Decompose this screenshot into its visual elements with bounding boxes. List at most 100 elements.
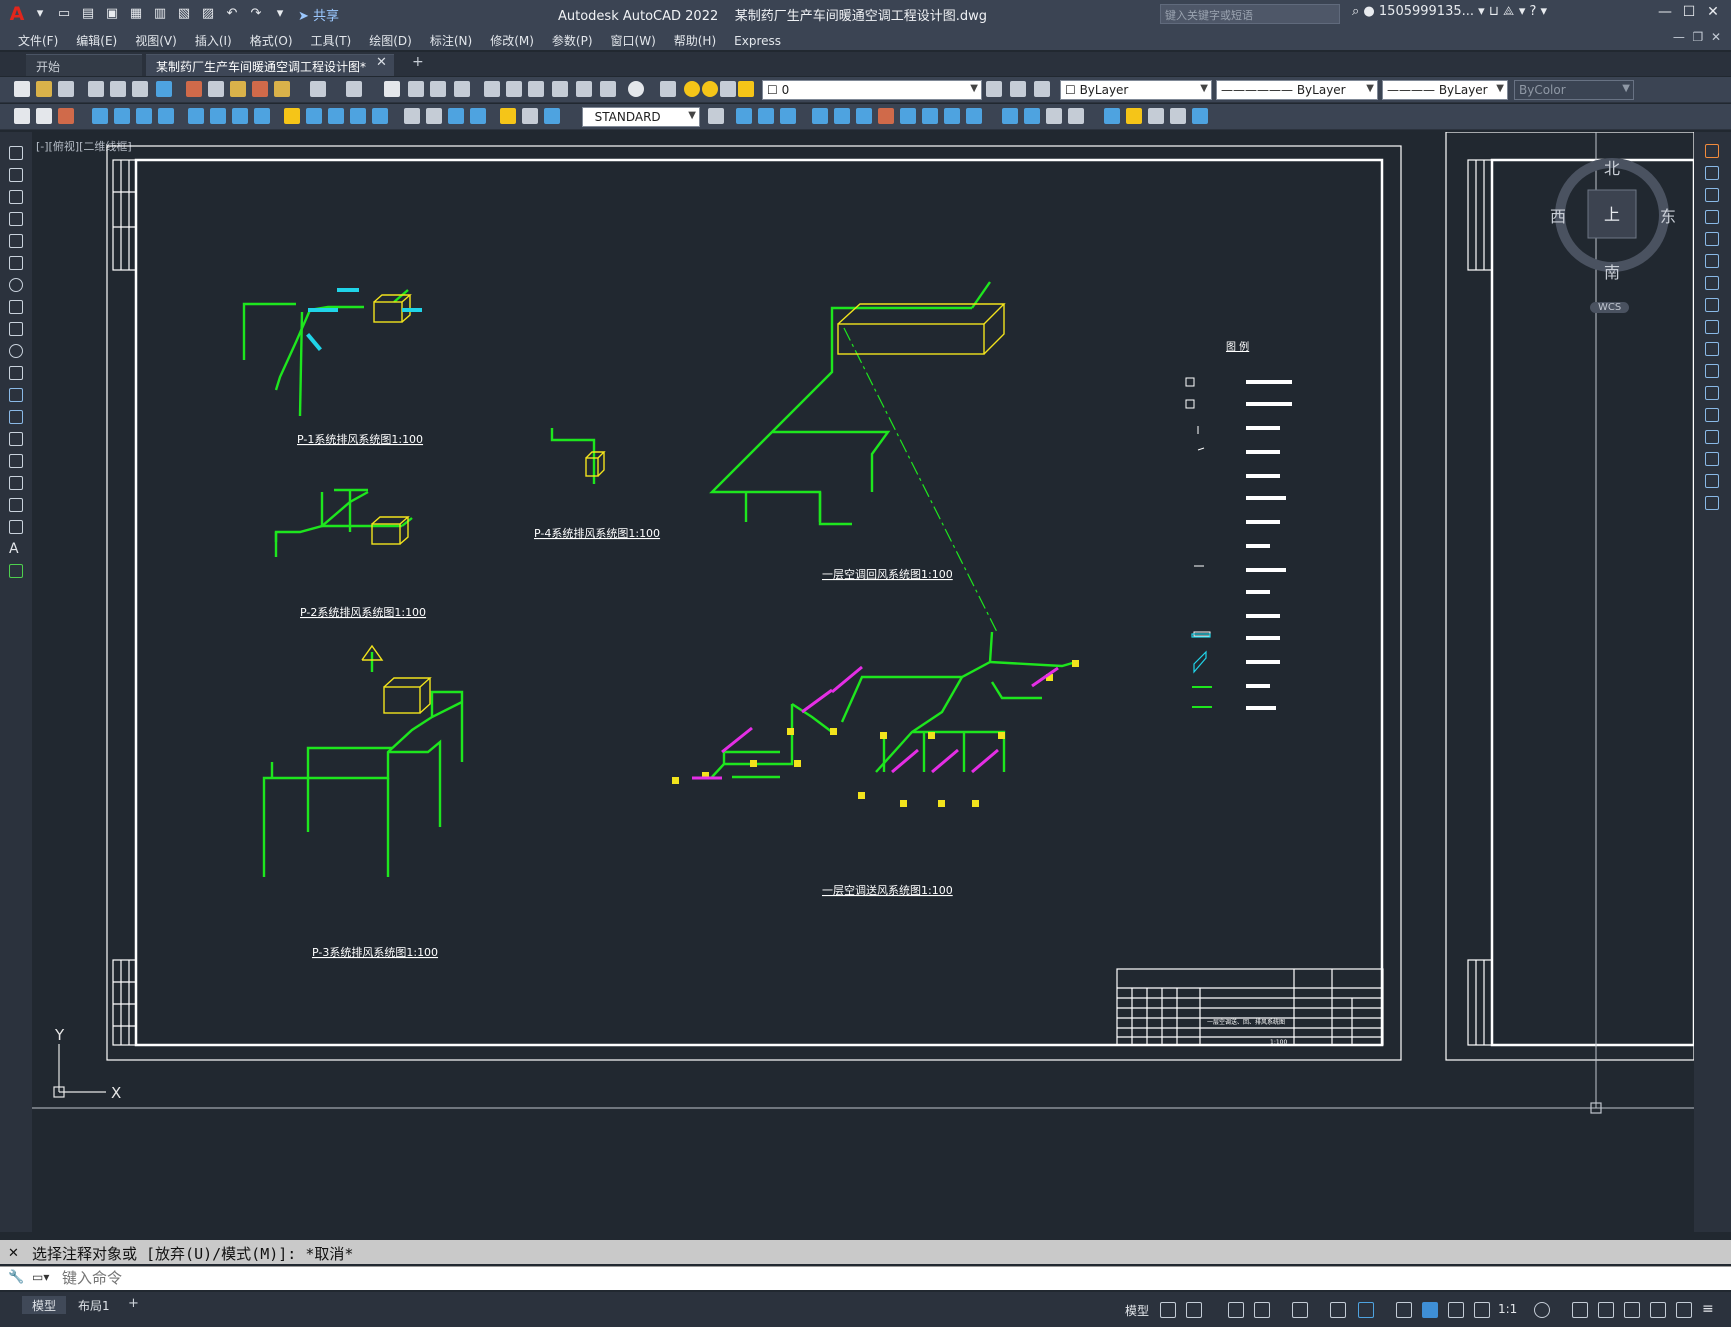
snap-icon[interactable]	[1186, 1302, 1202, 1318]
open-icon[interactable]	[36, 81, 52, 97]
line-tool-icon[interactable]	[9, 146, 23, 160]
layer-thaw-icon[interactable]	[702, 81, 718, 97]
doc-minimize-icon[interactable]: —	[1673, 30, 1685, 44]
menu-view[interactable]: 视图(V)	[126, 28, 186, 49]
menu-draw[interactable]: 绘图(D)	[360, 28, 421, 49]
menu-window[interactable]: 窗口(W)	[602, 28, 665, 49]
doc-close-icon[interactable]: ✕	[1711, 30, 1721, 44]
customize-wrench-icon[interactable]: 🔧	[8, 1270, 24, 1285]
dim-style-icon[interactable]	[58, 108, 74, 124]
add-layout-icon[interactable]: +	[128, 1296, 139, 1311]
close-icon[interactable]: ✕	[1701, 4, 1725, 20]
polar-icon[interactable]	[1254, 1302, 1270, 1318]
join-tool-icon[interactable]	[1705, 408, 1719, 422]
angular-icon[interactable]	[254, 108, 270, 124]
layer-previous-icon[interactable]	[1010, 81, 1026, 97]
menu-insert[interactable]: 插入(I)	[186, 28, 241, 49]
qsave-icon[interactable]	[14, 108, 30, 124]
tolerance-icon[interactable]	[404, 108, 420, 124]
scale-tool-icon[interactable]	[1705, 298, 1719, 312]
customize-quick-access-icon[interactable]: ▾	[270, 4, 290, 24]
array-tool-icon[interactable]	[1705, 232, 1719, 246]
doc-restore-icon[interactable]: ❐	[1693, 30, 1704, 44]
polyline-edit-icon[interactable]	[1170, 108, 1186, 124]
offset-icon[interactable]	[812, 108, 828, 124]
units-icon[interactable]	[1598, 1302, 1614, 1318]
menu-parametric[interactable]: 参数(P)	[543, 28, 602, 49]
center-mark-icon[interactable]	[426, 108, 442, 124]
plot-preview-icon[interactable]	[110, 81, 126, 97]
dimension-update-icon[interactable]	[544, 108, 560, 124]
new-tab-icon[interactable]: +	[412, 54, 424, 70]
undo-icon[interactable]: ↶	[222, 4, 242, 24]
layer-dropdown[interactable]: ☐ 0 ▼	[762, 80, 982, 100]
autocad-logo-icon[interactable]: A	[6, 3, 28, 25]
paste-icon[interactable]	[230, 81, 246, 97]
tab-close-icon[interactable]: ✕	[376, 55, 387, 70]
layer-unlock-icon[interactable]	[738, 81, 754, 97]
ellipse-icon[interactable]	[9, 344, 23, 358]
new-file-icon[interactable]: ▭	[54, 4, 74, 24]
color-dropdown[interactable]: ☐ ByLayer ▼	[1060, 80, 1212, 100]
arc-length-icon[interactable]	[136, 108, 152, 124]
linear-dimension-icon[interactable]	[92, 108, 108, 124]
text-style-dropdown[interactable]: STANDARD ▼	[582, 107, 700, 127]
3d-print-icon[interactable]	[156, 81, 172, 97]
baseline-icon[interactable]	[306, 108, 322, 124]
app-menu-chevron-icon[interactable]: ▾	[30, 4, 50, 24]
annotation-visibility-icon[interactable]	[1448, 1302, 1464, 1318]
zoom-previous-icon[interactable]	[454, 81, 470, 97]
help-toolbar-icon[interactable]	[628, 81, 644, 97]
compass-east[interactable]: 东	[1660, 207, 1676, 226]
menu-file[interactable]: 文件(F)	[0, 28, 67, 49]
arc-icon[interactable]	[9, 256, 23, 270]
object-snap-tracking-icon[interactable]	[1330, 1302, 1346, 1318]
quick-dimension-icon[interactable]	[284, 108, 300, 124]
extend-tool-icon[interactable]	[1705, 364, 1719, 378]
spline-icon[interactable]	[9, 322, 23, 336]
cart-icon[interactable]: ⊔	[1489, 4, 1499, 19]
inspection-icon[interactable]	[448, 108, 464, 124]
layer-on-icon[interactable]	[684, 81, 700, 97]
pan-icon[interactable]	[384, 81, 400, 97]
join-icon[interactable]	[1024, 108, 1040, 124]
rectangle-icon[interactable]	[9, 234, 23, 248]
menu-tools[interactable]: 工具(T)	[302, 28, 361, 49]
move-tool-icon[interactable]	[1705, 254, 1719, 268]
fillet-tool-icon[interactable]	[1705, 452, 1719, 466]
copy-icon[interactable]	[208, 81, 224, 97]
compass-south[interactable]: 南	[1604, 263, 1620, 282]
workspace-gear-icon[interactable]	[1534, 1302, 1550, 1318]
calculator-icon[interactable]	[600, 81, 616, 97]
compass-west[interactable]: 西	[1550, 207, 1566, 226]
region-icon[interactable]	[9, 498, 23, 512]
explode-icon[interactable]	[1104, 108, 1120, 124]
quick-properties-icon[interactable]	[1624, 1302, 1640, 1318]
point-icon[interactable]	[9, 432, 23, 446]
table-icon[interactable]	[9, 520, 23, 534]
fillet-icon[interactable]	[1068, 108, 1084, 124]
trim-tool-icon[interactable]	[1705, 342, 1719, 356]
block-editor-icon[interactable]	[274, 81, 290, 97]
tab-drawing[interactable]: 某制药厂生产车间暖通空调工程设计图*	[146, 54, 394, 76]
save-toolbar-icon[interactable]	[58, 81, 74, 97]
plot-icon[interactable]: ▨	[198, 4, 218, 24]
ordinate-icon[interactable]	[158, 108, 174, 124]
zoom-window-icon[interactable]	[430, 81, 446, 97]
plot-toolbar-icon[interactable]	[88, 81, 104, 97]
rotate-icon[interactable]	[878, 108, 894, 124]
recent-commands-icon[interactable]: ▭▾	[32, 1270, 49, 1284]
trim-icon[interactable]	[944, 108, 960, 124]
undo-toolbar-icon[interactable]	[310, 81, 326, 97]
save-icon[interactable]: ▣	[102, 4, 122, 24]
gradient-icon[interactable]	[9, 476, 23, 490]
revision-cloud-icon[interactable]	[9, 300, 23, 314]
layer-properties-icon[interactable]	[660, 81, 676, 97]
object-snap-icon[interactable]	[1358, 1302, 1374, 1318]
multiline-text-icon[interactable]: A	[9, 542, 23, 556]
erase-tool-icon[interactable]	[1705, 144, 1719, 158]
offset-tool-icon[interactable]	[1705, 210, 1719, 224]
layout-tab-layout1[interactable]: 布局1	[68, 1296, 120, 1314]
circle-icon[interactable]	[9, 278, 23, 292]
lineweight-dropdown[interactable]: ———— ByLayer ▼	[1382, 80, 1508, 100]
